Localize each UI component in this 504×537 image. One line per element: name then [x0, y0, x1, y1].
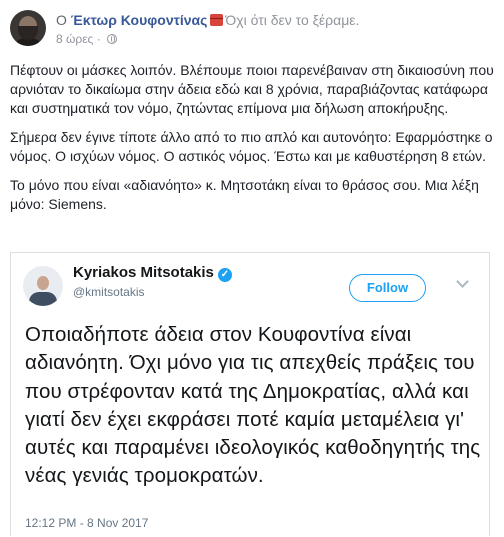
tweet-author[interactable]: Kyriakos Mitsotakis ✓ — [73, 264, 232, 282]
post-paragraph: Το μόνο που είναι «αδιανόητο» κ. Μητσοτά… — [10, 177, 479, 212]
chevron-down-icon[interactable] — [455, 276, 469, 290]
red-box-emoji-icon — [210, 14, 224, 26]
tweet-timestamp[interactable]: 12:12 PM - 8 Nov 2017 — [25, 516, 148, 530]
follow-button[interactable]: Follow — [349, 274, 426, 302]
verified-icon: ✓ — [217, 268, 232, 282]
time-separator: · — [96, 32, 101, 46]
tweet-avatar[interactable] — [23, 266, 63, 306]
post-body: Πέφτουν οι μάσκες λοιπόν. Βλέπουμε ποιοι… — [10, 61, 496, 224]
post-meta: 8 ώρες · — [56, 32, 118, 46]
tweet-text: Οποιαδήποτε άδεια στον Κουφοντίνα είναι … — [25, 323, 481, 488]
post-header: Ο Έκτωρ Κουφοντίνας Όχι ότι δεν το ξέραμε… — [10, 8, 494, 52]
post-paragraph: Σήμερα δεν έγινε τίποτε άλλο από το πιο … — [10, 129, 493, 164]
post-title-line: Ο Έκτωρ Κουφοντίνας Όχι ότι δεν το ξέραμε… — [56, 12, 359, 28]
tweet-author-name[interactable]: Kyriakos Mitsotakis — [73, 264, 214, 281]
post-paragraph: Πέφτουν οι μάσκες λοιπόν. Βλέπουμε ποιοι… — [10, 62, 494, 116]
avatar[interactable] — [10, 10, 46, 46]
author-link[interactable]: Έκτωρ Κουφοντίνας — [71, 12, 208, 28]
post-time[interactable]: 8 ώρες — [56, 32, 93, 46]
embedded-tweet[interactable]: Kyriakos Mitsotakis ✓ @kmitsotakis Follow… — [10, 252, 490, 536]
tweet-handle[interactable]: @kmitsotakis — [73, 285, 145, 299]
feeling-text: Όχι ότι δεν το ξέραμε. — [225, 12, 360, 28]
name-prefix: Ο — [56, 12, 67, 28]
globe-icon[interactable] — [107, 34, 118, 44]
